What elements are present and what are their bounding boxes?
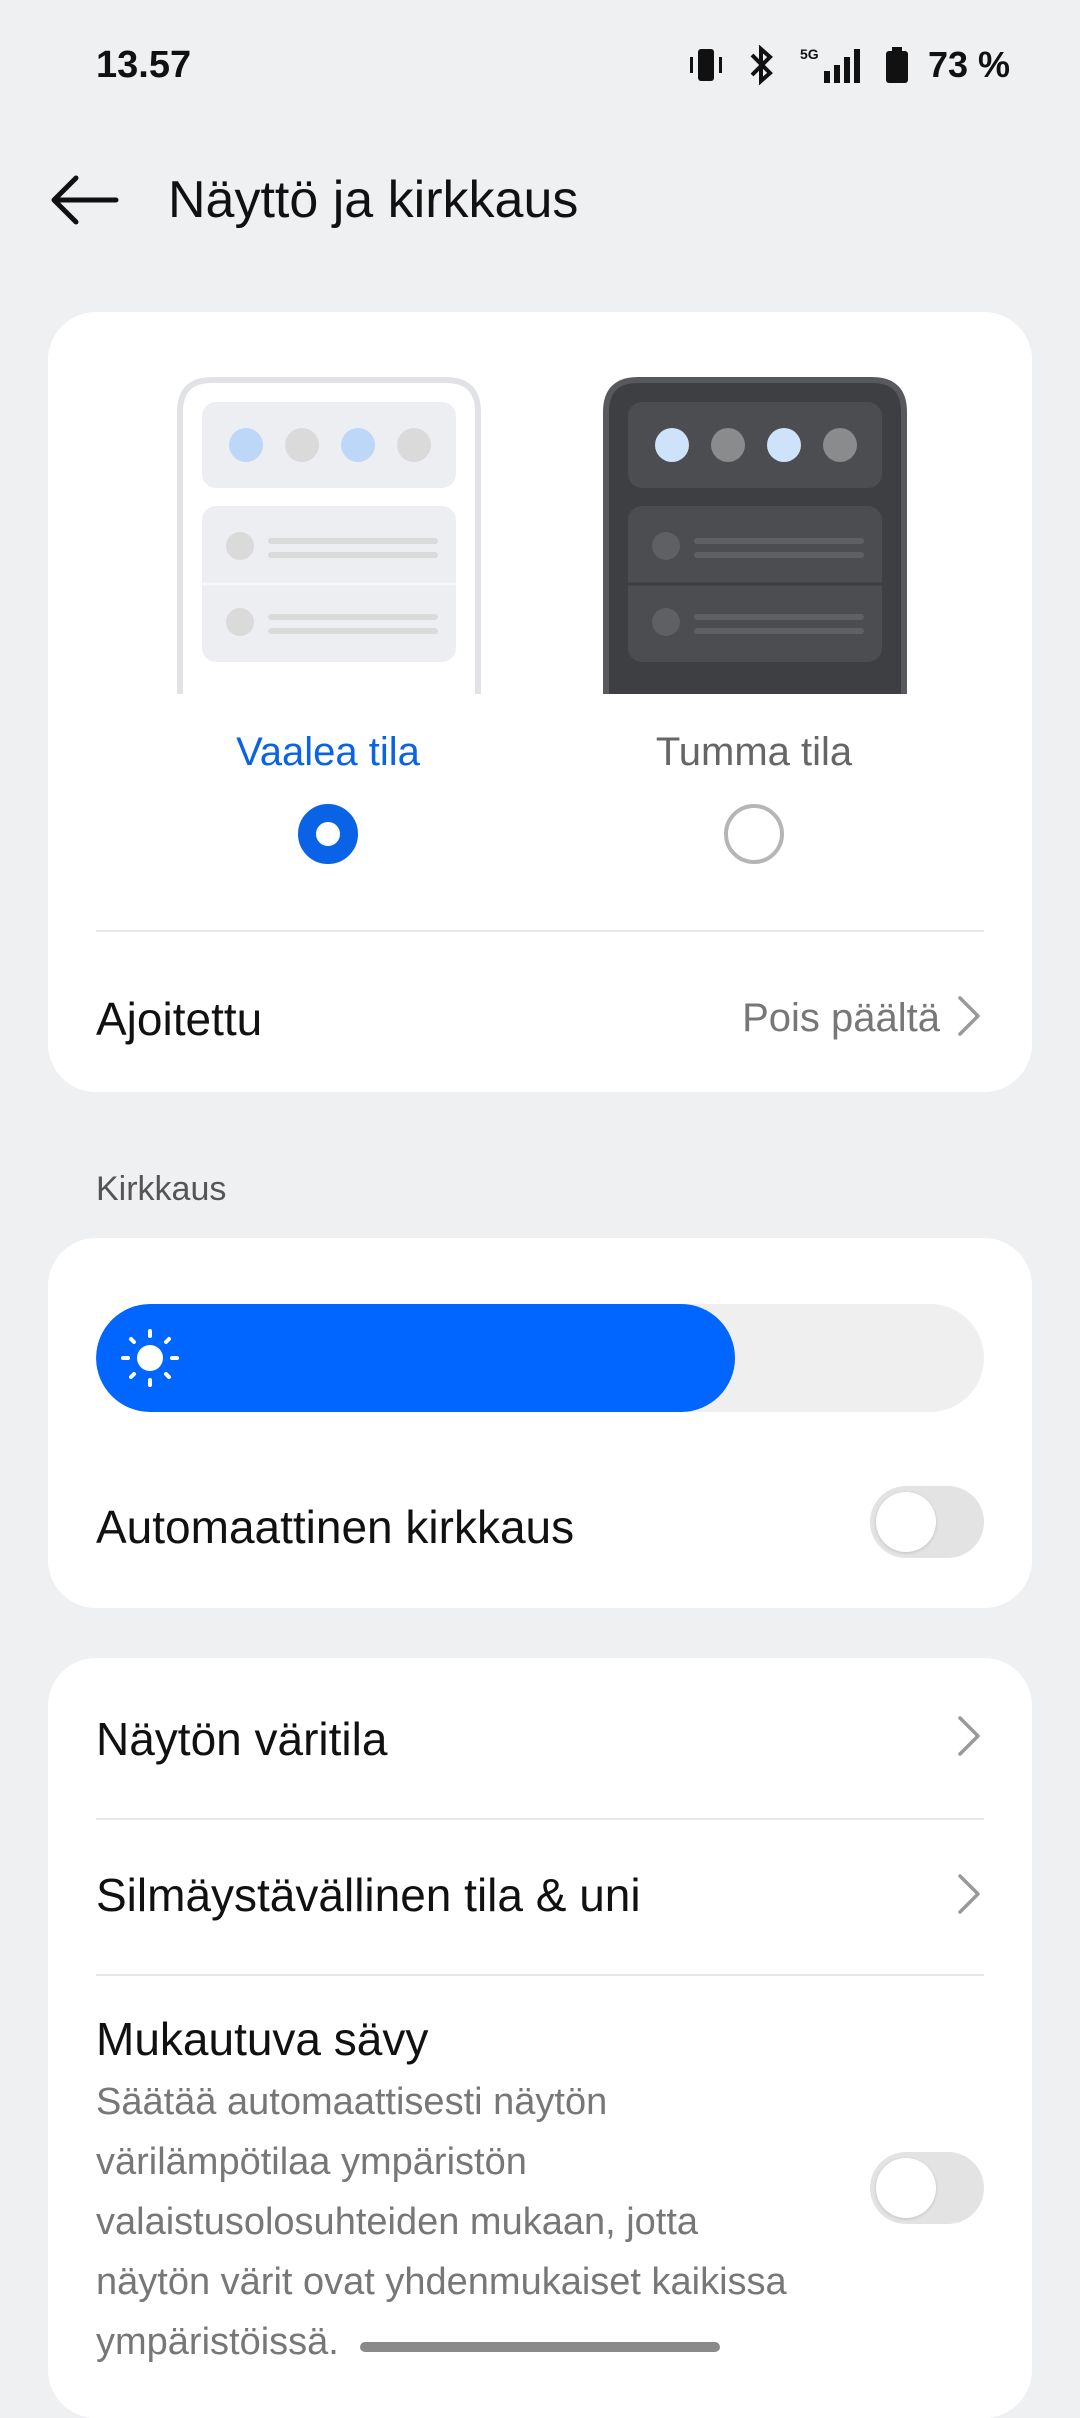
sun-icon [121, 1329, 179, 1387]
light-mode-radio[interactable] [298, 804, 358, 864]
dark-mode-radio[interactable] [724, 804, 784, 864]
light-mode-preview-icon [177, 377, 481, 694]
status-bar: 13.57 5G 73 % [0, 0, 1080, 130]
status-time: 13.57 [96, 44, 192, 86]
color-mode-row[interactable]: Näytön väritila [96, 1658, 984, 1814]
brightness-card: Automaattinen kirkkaus [48, 1238, 1032, 1608]
brightness-slider-fill [96, 1304, 736, 1412]
color-mode-label: Näytön väritila [96, 1713, 388, 1765]
adaptive-tone-label: Mukautuva sävy [96, 2013, 429, 2065]
light-mode-option[interactable]: Vaalea tila [168, 312, 488, 872]
auto-brightness-toggle[interactable] [870, 1486, 984, 1558]
divider [96, 1974, 984, 1976]
toggle-knob [876, 2158, 936, 2218]
adaptive-tone-description: Säätää automaattisesti näytön värilämpöt… [96, 2081, 787, 2363]
svg-text:5G: 5G [800, 46, 819, 62]
status-icons: 5G 73 % [686, 44, 1010, 86]
scheduled-row[interactable]: Ajoitettu Pois päältä [96, 960, 984, 1072]
back-arrow-icon [51, 175, 119, 225]
chevron-right-icon [958, 1716, 980, 1756]
toggle-knob [876, 1492, 936, 1552]
vibrate-icon [686, 45, 726, 85]
header: Näyttö ja kirkkaus [0, 150, 1080, 250]
battery-icon [884, 45, 910, 85]
scheduled-value: Pois päältä [742, 996, 940, 1040]
eye-comfort-row[interactable]: Silmäystävällinen tila & uni [96, 1820, 984, 1972]
back-button[interactable] [46, 168, 122, 232]
dark-mode-label: Tumma tila [655, 730, 853, 774]
auto-brightness-label: Automaattinen kirkkaus [96, 1501, 575, 1553]
dark-mode-preview-icon [603, 377, 907, 694]
chevron-right-icon [958, 996, 980, 1036]
bluetooth-icon [744, 45, 778, 85]
battery-percent: 73 % [927, 44, 1010, 85]
brightness-section-label: Kirkkaus [96, 1170, 227, 1208]
home-indicator[interactable] [360, 2342, 720, 2352]
divider [96, 930, 984, 932]
scheduled-label: Ajoitettu [96, 993, 263, 1045]
theme-card: Vaalea tila Tumma tila Ajoitettu Pois pä… [48, 312, 1032, 1092]
dark-mode-option[interactable]: Tumma tila [594, 312, 914, 872]
eye-comfort-label: Silmäystävällinen tila & uni [96, 1869, 641, 1921]
adaptive-tone-toggle[interactable] [870, 2152, 984, 2224]
page-title: Näyttö ja kirkkaus [168, 171, 579, 229]
light-mode-label: Vaalea tila [236, 730, 420, 774]
brightness-slider[interactable] [96, 1304, 984, 1412]
chevron-right-icon [958, 1874, 980, 1914]
signal-5g-icon: 5G [796, 45, 866, 85]
